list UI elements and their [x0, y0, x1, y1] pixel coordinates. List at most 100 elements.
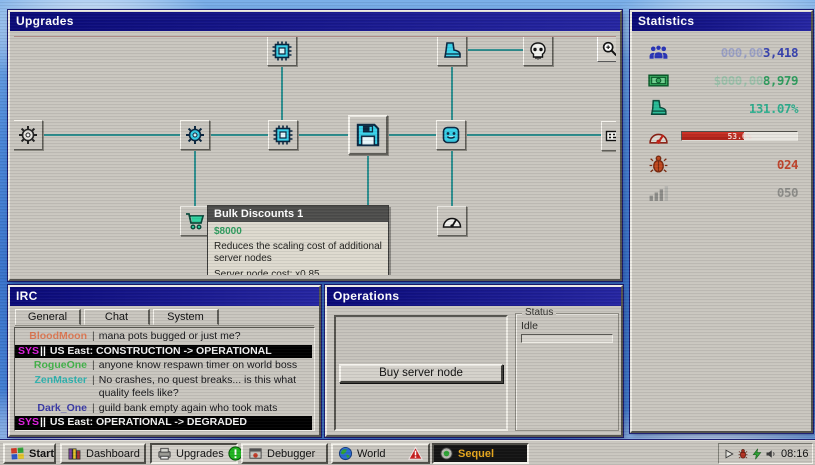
speaker-icon[interactable]: [765, 448, 777, 460]
magnifier-icon: [600, 39, 616, 59]
desktop: Upgrades: [0, 0, 815, 465]
upgrade-node-gears[interactable]: [180, 120, 210, 150]
stat-signal-value: 050: [669, 185, 798, 200]
tree-connector: [14, 134, 616, 136]
signal-icon: [648, 182, 669, 203]
start-logo-icon: [10, 446, 25, 461]
keyboard-icon: [605, 125, 616, 147]
taskbar-button-sequel[interactable]: Sequel: [432, 443, 529, 464]
upgrade-node-gauge[interactable]: [437, 206, 467, 236]
system-message: SYS||US East: OPERATIONAL -> DEGRADED: [15, 416, 312, 430]
floppy-icon: [354, 121, 382, 149]
taskbar-label: Debugger: [267, 448, 315, 460]
taskbar-button-debugger[interactable]: Debugger: [241, 443, 328, 464]
taskbar-button-world[interactable]: World: [331, 443, 430, 464]
play-icon[interactable]: [723, 448, 735, 460]
clock: 08:16: [781, 448, 809, 460]
chat-message: Dark_One|guild bank empty again who took…: [15, 402, 312, 416]
boot-icon: [441, 40, 463, 62]
upgrade-node-chip-top[interactable]: [267, 36, 297, 66]
irc-tabs: General Chat System: [15, 309, 314, 326]
tooltip-cost: $8000: [214, 226, 382, 237]
tooltip-effect: Server node cost: x0.85: [214, 269, 382, 275]
upgrade-node-gears-locked[interactable]: [14, 120, 43, 150]
status-text: Idle: [521, 320, 613, 332]
upgrade-node-chip[interactable]: [268, 120, 298, 150]
cart-icon: [184, 210, 206, 232]
upgrade-tree-canvas: Bulk Discounts 1 $8000 Reduces the scali…: [14, 36, 616, 275]
upgrades-window: Upgrades: [8, 10, 622, 281]
status-progress-bar: [521, 334, 613, 343]
debugger-icon: [248, 446, 263, 461]
tooltip-description: Reduces the scaling cost of additional s…: [214, 241, 382, 265]
upgrade-node-keyboard[interactable]: [601, 121, 616, 151]
taskbar-button-dashboard[interactable]: Dashboard: [60, 443, 146, 464]
dashboard-icon: [67, 446, 82, 461]
chat-message: ZenMaster|No crashes, no quest breaks...…: [15, 374, 312, 401]
upgrade-node-smiley[interactable]: [436, 120, 466, 150]
sequel-icon: [439, 446, 454, 461]
lightning-icon[interactable]: [751, 448, 763, 460]
population-icon: [648, 42, 669, 63]
operations-titlebar[interactable]: Operations: [327, 287, 621, 306]
stat-row-bugs: 024: [636, 150, 807, 178]
tab-general[interactable]: General: [15, 309, 81, 325]
system-tray: 08:16: [718, 443, 813, 464]
taskbar-button-upgrades[interactable]: Upgrades: [150, 443, 238, 464]
start-label: Start: [29, 448, 54, 460]
tab-chat[interactable]: Chat: [84, 309, 150, 325]
upgrade-tooltip: Bulk Discounts 1 $8000 Reduces the scali…: [207, 205, 389, 275]
taskbar-label: Dashboard: [86, 448, 140, 460]
irc-window: IRC General Chat System BloodMoon|mana p…: [8, 285, 321, 437]
money-icon: [648, 70, 669, 91]
status-group-label: Status: [522, 307, 556, 318]
buy-server-node-button[interactable]: Buy server node: [339, 364, 503, 383]
taskbar-label: Upgrades: [176, 448, 224, 460]
chip-icon: [271, 40, 293, 62]
chat-message: MagePro|need summon im stuck: [15, 431, 312, 432]
skull-icon: [527, 40, 549, 62]
operations-panel: Buy server node: [334, 315, 508, 431]
stat-bugs-value: 024: [669, 157, 798, 172]
stat-row-load: 53.6%: [636, 122, 807, 150]
upgrade-node-skull[interactable]: [523, 36, 553, 66]
printer-icon: [157, 446, 172, 461]
taskbar: Start Dashboard Upgrades Debugger World …: [0, 440, 815, 465]
chip-icon: [272, 124, 294, 146]
operations-window: Operations Buy server node Status Idle: [325, 285, 623, 437]
upgrade-node-floppy[interactable]: [348, 115, 388, 155]
globe-icon: [338, 446, 353, 461]
statistics-titlebar[interactable]: Statistics: [632, 12, 811, 31]
start-button[interactable]: Start: [3, 443, 56, 464]
zoom-button[interactable]: [597, 36, 616, 62]
irc-message-list[interactable]: BloodMoon|mana pots bugged or just me? S…: [14, 327, 315, 431]
upgrades-titlebar[interactable]: Upgrades: [10, 12, 620, 31]
efficiency-icon: [648, 98, 669, 119]
tab-system[interactable]: System: [153, 309, 219, 325]
load-progress-bar: 53.6%: [681, 131, 798, 141]
load-gauge-icon: [648, 126, 669, 147]
gears-icon: [184, 124, 206, 146]
stat-population-value: 000,003,418: [669, 45, 798, 60]
tooltip-title: Bulk Discounts 1: [208, 206, 388, 222]
gears-icon: [17, 124, 39, 146]
bug-icon: [648, 154, 669, 175]
statistics-window: Statistics 000,003,418 $000,008,979 131.…: [630, 10, 813, 433]
stat-efficiency-value: 131.07%: [669, 101, 798, 116]
stat-row-population: 000,003,418: [636, 38, 807, 66]
gauge-icon: [441, 210, 463, 232]
chat-message: BloodMoon|mana pots bugged or just me?: [15, 330, 312, 344]
stat-row-efficiency: 131.07%: [636, 94, 807, 122]
tray-bug-icon[interactable]: [737, 448, 749, 460]
stat-row-signal: 050: [636, 178, 807, 206]
taskbar-label: Sequel: [458, 448, 494, 460]
stat-row-money: $000,008,979: [636, 66, 807, 94]
upgrade-node-cart[interactable]: [180, 206, 210, 236]
chat-message: RogueOne|anyone know respawn timer on wo…: [15, 359, 312, 373]
stat-money-value: $000,008,979: [669, 73, 798, 88]
system-message: SYS||US East: CONSTRUCTION -> OPERATIONA…: [15, 345, 312, 359]
irc-titlebar[interactable]: IRC: [10, 287, 319, 306]
upgrade-node-boot[interactable]: [437, 36, 467, 66]
smiley-icon: [440, 124, 462, 146]
taskbar-label: World: [357, 448, 386, 460]
